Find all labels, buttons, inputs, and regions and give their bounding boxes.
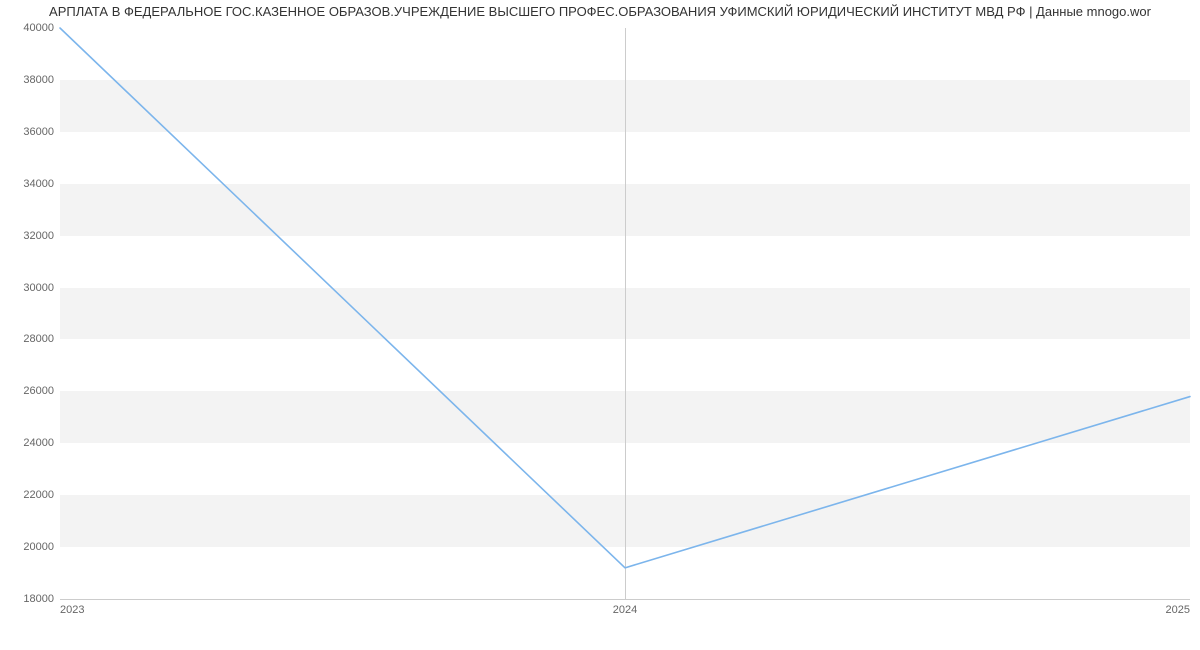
y-tick-label: 22000	[4, 489, 54, 501]
x-tick-label: 2025	[1166, 604, 1190, 616]
y-tick-label: 34000	[4, 178, 54, 190]
y-tick-label: 24000	[4, 437, 54, 449]
y-tick-label: 18000	[4, 593, 54, 605]
y-tick-label: 28000	[4, 333, 54, 345]
line-series	[60, 28, 1190, 599]
plot-area	[60, 28, 1190, 600]
y-tick-label: 30000	[4, 282, 54, 294]
y-tick-label: 36000	[4, 126, 54, 138]
chart-container: АРПЛАТА В ФЕДЕРАЛЬНОЕ ГОС.КАЗЕННОЕ ОБРАЗ…	[0, 0, 1200, 650]
chart-title: АРПЛАТА В ФЕДЕРАЛЬНОЕ ГОС.КАЗЕННОЕ ОБРАЗ…	[0, 4, 1200, 19]
y-tick-label: 20000	[4, 541, 54, 553]
y-tick-label: 40000	[4, 22, 54, 34]
y-tick-label: 26000	[4, 385, 54, 397]
x-tick-label: 2024	[613, 604, 637, 616]
y-tick-label: 38000	[4, 74, 54, 86]
y-tick-label: 32000	[4, 230, 54, 242]
x-tick-label: 2023	[60, 604, 84, 616]
